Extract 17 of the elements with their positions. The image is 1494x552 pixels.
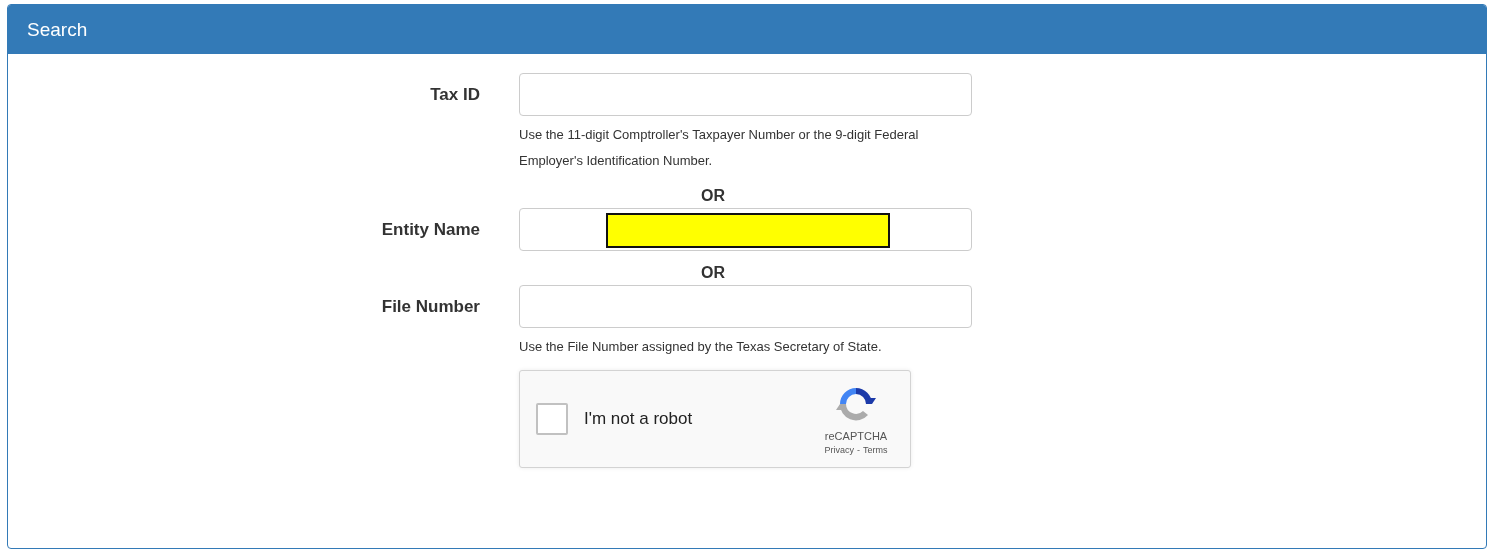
help-text: Use the 11-digit Comptroller's Taxpayer Number or the 9-digit Federal Employer's Identification Number. — [519, 126, 920, 170]
input-field[interactable] — [519, 285, 972, 328]
field-label: File Number — [380, 296, 480, 318]
captcha-brand: reCAPTCHA — [824, 429, 888, 442]
checkbox-label: I'm not a robot — [584, 409, 694, 429]
field-label: Tax ID — [429, 84, 480, 106]
field-label: Entity Name — [380, 219, 480, 241]
panel-title: Search — [8, 5, 1486, 54]
or-divider-text: OR — [700, 186, 726, 206]
input-field[interactable] — [519, 208, 972, 251]
link-separator: - — [857, 444, 860, 455]
input-field[interactable] — [519, 73, 972, 116]
footer-link[interactable]: Terms — [863, 444, 888, 455]
footer-link[interactable]: Privacy — [824, 444, 854, 455]
or-divider-text: OR — [700, 263, 726, 283]
help-text: Use the File Number assigned by the Texas Secretary of State. — [519, 338, 883, 356]
checkbox[interactable] — [536, 403, 568, 435]
